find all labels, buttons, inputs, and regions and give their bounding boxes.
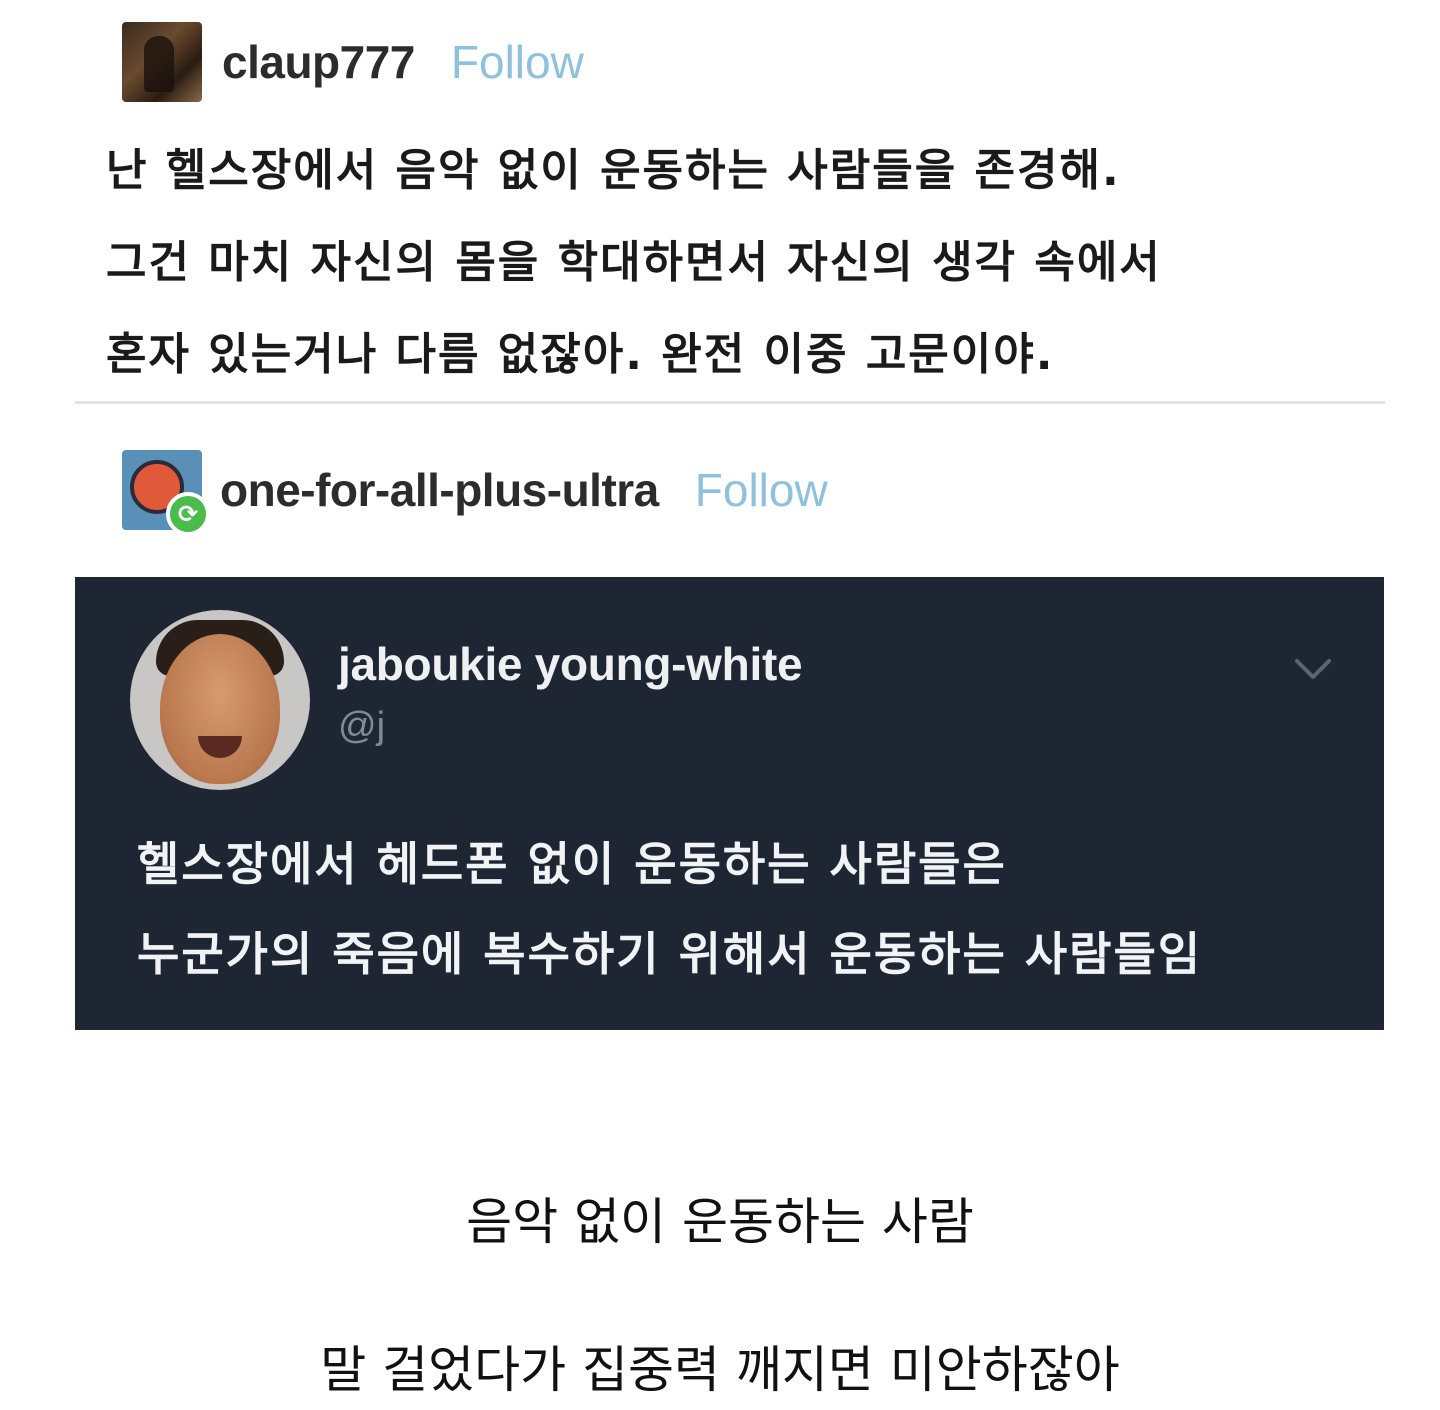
tweet-card: jaboukie young-white @j 헬스장에서 헤드폰 없이 운동하… [75, 577, 1384, 1030]
tweet-line: 헬스장에서 헤드폰 없이 운동하는 사람들은 [137, 837, 1007, 891]
tweet-display-name[interactable]: jaboukie young-white [338, 637, 803, 691]
tweet-line: 누군가의 죽음에 복수하기 위해서 운동하는 사람들임 [137, 927, 1203, 981]
post1-follow-button[interactable]: Follow [451, 35, 584, 89]
post2-header: ⟳ one-for-all-plus-ultra Follow [122, 450, 828, 536]
post1-username[interactable]: claup777 [222, 35, 415, 89]
avatar-face [160, 634, 280, 784]
post1-line: 혼자 있는거나 다름 없잖아. 완전 이중 고문이야. [106, 329, 1055, 380]
divider [75, 401, 1385, 404]
caption-line-2: 말 걸었다가 집중력 깨지면 미안하잖아 [320, 1341, 1120, 1399]
tweet-handle[interactable]: @j [338, 705, 385, 748]
post2-username[interactable]: one-for-all-plus-ultra [220, 463, 659, 517]
avatar[interactable] [122, 22, 202, 102]
tweet-avatar[interactable] [130, 610, 310, 790]
post1-line: 그건 마치 자신의 몸을 학대하면서 자신의 생각 속에서 [106, 237, 1162, 288]
post2-follow-button[interactable]: Follow [695, 463, 828, 517]
post1-body: 난 헬스장에서 음악 없이 운동하는 사람들을 존경해. 그건 마치 자신의 몸… [106, 125, 1396, 401]
caption-line-1: 음악 없이 운동하는 사람 [466, 1193, 974, 1251]
avatar[interactable]: ⟳ [122, 450, 210, 536]
post1-header: claup777 Follow [122, 22, 584, 102]
post1-line: 난 헬스장에서 음악 없이 운동하는 사람들을 존경해. [106, 145, 1121, 196]
chevron-down-icon[interactable] [1293, 655, 1333, 685]
tweet-body: 헬스장에서 헤드폰 없이 운동하는 사람들은 누군가의 죽음에 복수하기 위해서… [137, 819, 1357, 999]
reblog-icon: ⟳ [166, 492, 210, 536]
